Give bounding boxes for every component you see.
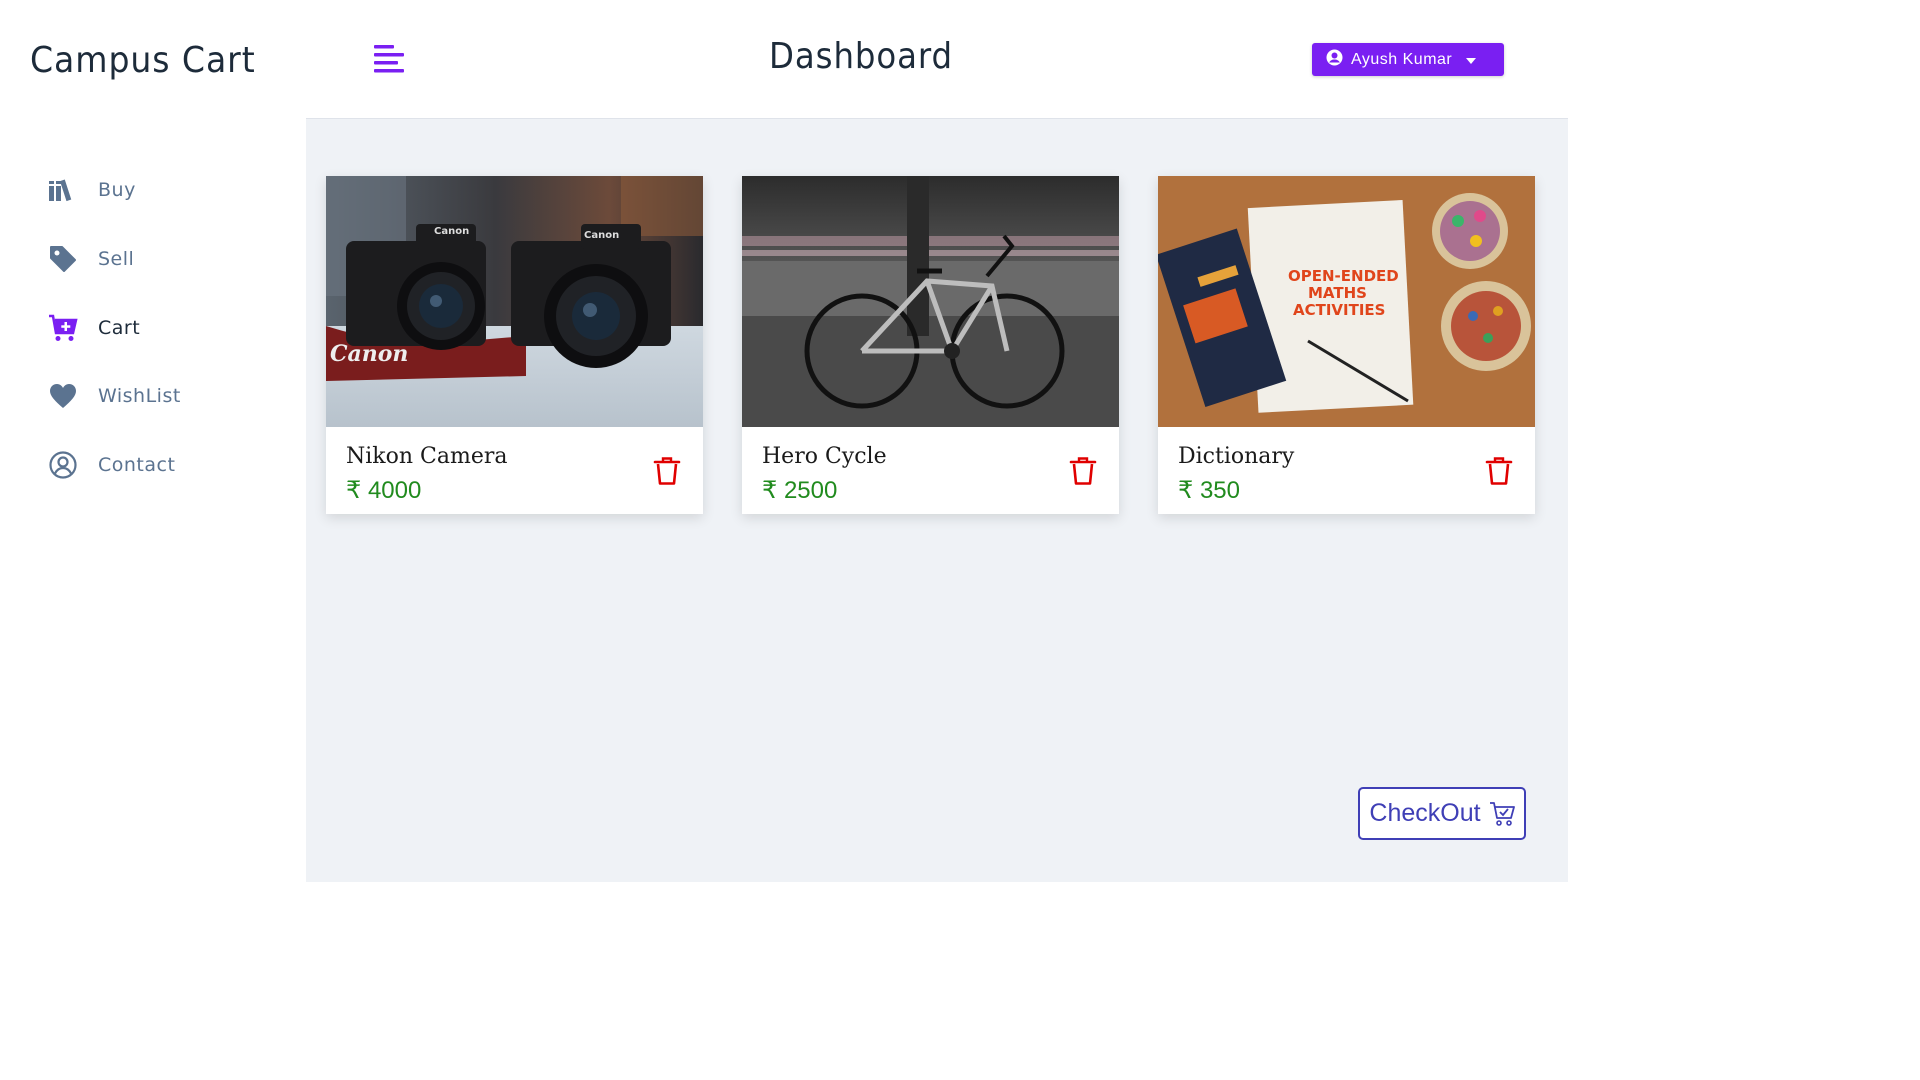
heart-icon — [48, 381, 78, 411]
tag-icon — [48, 244, 78, 274]
user-name: Ayush Kumar — [1351, 50, 1453, 68]
page-title: Dashboard — [769, 36, 953, 77]
product-image[interactable] — [742, 176, 1119, 427]
svg-text:MATHS: MATHS — [1308, 284, 1367, 302]
product-price: ₹ 2500 — [762, 477, 838, 504]
user-circle-icon — [1326, 49, 1343, 71]
cart-check-icon — [1489, 801, 1515, 827]
cart-item-card: Canon Canon Canon Nikon Camera ₹ 4000 — [326, 176, 703, 514]
checkout-button[interactable]: CheckOut — [1358, 787, 1526, 840]
trash-icon[interactable] — [653, 456, 681, 486]
svg-text:OPEN-ENDED: OPEN-ENDED — [1288, 267, 1399, 285]
user-menu-button[interactable]: Ayush Kumar — [1312, 43, 1504, 76]
product-name: Dictionary — [1178, 444, 1295, 469]
trash-icon[interactable] — [1485, 456, 1513, 486]
user-circle-icon — [48, 450, 78, 480]
top-header: Dashboard Ayush Kumar — [306, 0, 1568, 119]
sidebar-item-label: Buy — [98, 179, 136, 201]
sidebar-item-label: Sell — [98, 248, 135, 270]
cart-item-card: OPEN-ENDED MATHS ACTIVITIES Dictionary ₹… — [1158, 176, 1535, 514]
product-image[interactable]: Canon Canon Canon — [326, 176, 703, 427]
checkout-label: CheckOut — [1369, 799, 1481, 827]
svg-text:Canon: Canon — [584, 230, 619, 241]
svg-text:Canon: Canon — [434, 226, 469, 237]
svg-text:Canon: Canon — [330, 341, 408, 367]
product-image[interactable]: OPEN-ENDED MATHS ACTIVITIES — [1158, 176, 1535, 427]
cart-plus-icon — [48, 313, 78, 343]
sidebar-item-wishlist[interactable]: WishList — [48, 376, 181, 416]
sidebar-item-sell[interactable]: Sell — [48, 239, 134, 279]
sidebar-item-buy[interactable]: Buy — [48, 170, 136, 210]
svg-text:ACTIVITIES: ACTIVITIES — [1293, 301, 1385, 319]
books-icon — [48, 175, 78, 205]
trash-icon[interactable] — [1069, 456, 1097, 486]
product-name: Hero Cycle — [762, 444, 887, 469]
chevron-down-icon — [1466, 51, 1477, 69]
product-price: ₹ 350 — [1178, 477, 1240, 504]
sidebar-item-label: Contact — [98, 454, 176, 476]
sidebar: Campus Cart Buy Sell Cart WishList Conta… — [0, 0, 307, 882]
cart-item-card: Hero Cycle ₹ 2500 — [742, 176, 1119, 514]
sidebar-item-cart[interactable]: Cart — [48, 308, 140, 348]
brand-logo-text[interactable]: Campus Cart — [30, 40, 256, 81]
main-content: Canon Canon Canon Nikon Camera ₹ 4000 He… — [306, 119, 1568, 882]
product-price: ₹ 4000 — [346, 477, 422, 504]
product-name: Nikon Camera — [346, 444, 508, 469]
sidebar-item-contact[interactable]: Contact — [48, 445, 175, 485]
sidebar-item-label: WishList — [98, 385, 181, 407]
sidebar-item-label: Cart — [98, 317, 141, 339]
